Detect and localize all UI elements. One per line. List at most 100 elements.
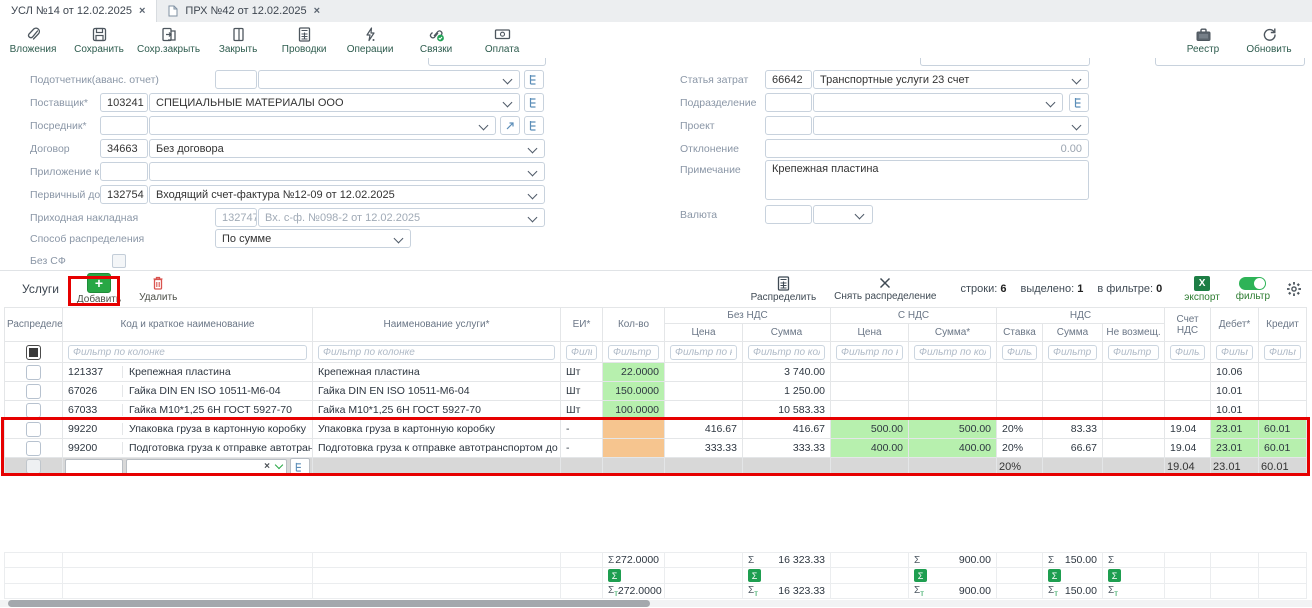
- col-header-sum[interactable]: Сумма: [743, 324, 831, 342]
- cell-debit[interactable]: 23.01: [1211, 439, 1259, 458]
- hierarchy-button[interactable]: [524, 116, 544, 135]
- receipt-note-input[interactable]: Вх. с-ф. №098-2 от 12.02.2025: [258, 208, 545, 227]
- close-button[interactable]: Закрыть: [210, 26, 266, 55]
- cell-name[interactable]: Гайка DIN EN ISO 10511-М6-04: [313, 382, 561, 401]
- department-code-input[interactable]: [765, 93, 812, 112]
- row-checkbox[interactable]: [26, 403, 41, 418]
- cell-sum-vat[interactable]: [909, 458, 997, 476]
- refresh-button[interactable]: Обновить: [1241, 26, 1297, 55]
- cell-vat-account[interactable]: 19.04: [1165, 458, 1211, 476]
- column-filter-input[interactable]: [1002, 345, 1037, 360]
- cell-code[interactable]: 99200Подготовка груза к отправке автотра…: [63, 439, 313, 458]
- table-row[interactable]: 121337Крепежная пластинаКрепежная пласти…: [5, 363, 1307, 382]
- cell-qty[interactable]: [603, 458, 665, 476]
- tab-prh[interactable]: ПРХ №42 от 12.02.2025 ×: [157, 0, 331, 22]
- cell-unit[interactable]: Шт: [561, 382, 603, 401]
- column-filter-input[interactable]: [670, 345, 737, 360]
- cell-non-refund[interactable]: [1103, 382, 1165, 401]
- col-header-code[interactable]: Код и краткое наименование: [63, 308, 313, 342]
- intermediary-input[interactable]: [149, 116, 496, 135]
- cell-credit[interactable]: 60.01: [1259, 439, 1307, 458]
- cell-debit[interactable]: 10.06: [1211, 363, 1259, 382]
- deviation-input[interactable]: 0.00: [765, 139, 1089, 158]
- contract-input[interactable]: Без договора: [149, 139, 545, 158]
- department-input[interactable]: [813, 93, 1063, 112]
- currency-code-input[interactable]: [765, 205, 812, 224]
- podotchetnik-input[interactable]: [258, 70, 520, 89]
- new-row-code-input[interactable]: [65, 459, 123, 475]
- col-header-name[interactable]: Наименование услуги*: [313, 308, 561, 342]
- cell-price-no-vat[interactable]: [665, 382, 743, 401]
- cell-code[interactable]: 67033Гайка М10*1,25 6Н ГОСТ 5927-70: [63, 401, 313, 420]
- scrollbar-thumb[interactable]: [8, 600, 650, 607]
- cell-vat-sum[interactable]: [1043, 401, 1103, 420]
- column-filter-input[interactable]: [836, 345, 903, 360]
- links-button[interactable]: Связки: [408, 26, 464, 55]
- row-checkbox[interactable]: [26, 441, 41, 456]
- col-header-distributed[interactable]: Распределено: [5, 308, 63, 342]
- close-icon[interactable]: ×: [314, 5, 320, 17]
- cell-vat-account[interactable]: [1165, 382, 1211, 401]
- cell-sum-no-vat[interactable]: [743, 458, 831, 476]
- cell-qty[interactable]: 100.0000: [603, 401, 665, 420]
- distribute-button[interactable]: Распределить: [751, 276, 817, 303]
- cost-item-code-input[interactable]: 66642: [765, 70, 812, 89]
- col-header-credit[interactable]: Кредит: [1259, 308, 1307, 342]
- hierarchy-button[interactable]: [1069, 93, 1089, 112]
- cell-sum-no-vat[interactable]: 416.67: [743, 420, 831, 439]
- column-filter-input[interactable]: [318, 345, 555, 360]
- cell-qty[interactable]: 150.0000: [603, 382, 665, 401]
- new-row-editor[interactable]: × 20% 19.04 23.01 60.01: [5, 458, 1307, 476]
- hierarchy-button[interactable]: [290, 458, 310, 475]
- operations-button[interactable]: Операции: [342, 26, 398, 55]
- cell-name[interactable]: [313, 458, 561, 476]
- cell-vat-account[interactable]: 19.04: [1165, 439, 1211, 458]
- cell-debit[interactable]: 23.01: [1211, 458, 1259, 476]
- supplier-input[interactable]: СПЕЦИАЛЬНЫЕ МАТЕРИАЛЫ ООО: [149, 93, 520, 112]
- export-button[interactable]: X экспорт: [1184, 276, 1220, 303]
- contract-code-input[interactable]: 34663: [100, 139, 148, 158]
- cell-name[interactable]: Крепежная пластина: [313, 363, 561, 382]
- registry-button[interactable]: Реестр: [1175, 26, 1231, 55]
- cell-unit[interactable]: -: [561, 439, 603, 458]
- cell-name[interactable]: Упаковка груза в картонную коробку: [313, 420, 561, 439]
- cell-rate[interactable]: 20%: [997, 439, 1043, 458]
- column-filter-input[interactable]: [608, 345, 659, 360]
- cell-vat-sum[interactable]: [1043, 458, 1103, 476]
- payment-button[interactable]: Оплата: [474, 26, 530, 55]
- cell-sum-no-vat[interactable]: 1 250.00: [743, 382, 831, 401]
- cell-qty[interactable]: 22.0000: [603, 363, 665, 382]
- cell-non-refund[interactable]: [1103, 401, 1165, 420]
- table-row[interactable]: 99200Подготовка груза к отправке автотра…: [5, 439, 1307, 458]
- cell-sum-no-vat[interactable]: 3 740.00: [743, 363, 831, 382]
- column-filter-input[interactable]: [566, 345, 597, 360]
- col-header-rate[interactable]: Ставка: [997, 324, 1043, 342]
- cell-credit[interactable]: [1259, 363, 1307, 382]
- clear-icon[interactable]: ×: [264, 462, 270, 472]
- new-row-name-combo[interactable]: ×: [126, 459, 287, 475]
- cell-code[interactable]: 99220Упаковка груза в картонную коробку: [63, 420, 313, 439]
- cell-price-vat[interactable]: 500.00: [831, 420, 909, 439]
- cell-price-vat[interactable]: [831, 382, 909, 401]
- supplier-code-input[interactable]: 103241: [100, 93, 148, 112]
- table-row[interactable]: 67026Гайка DIN EN ISO 10511-М6-04Гайка D…: [5, 382, 1307, 401]
- cell-qty[interactable]: [603, 420, 665, 439]
- column-filter-input[interactable]: [914, 345, 991, 360]
- hierarchy-button[interactable]: [524, 70, 544, 89]
- cell-sum-vat[interactable]: 400.00: [909, 439, 997, 458]
- cell-credit[interactable]: 60.01: [1259, 458, 1307, 476]
- hierarchy-button[interactable]: [524, 93, 544, 112]
- podotchetnik-code-input[interactable]: [215, 70, 257, 89]
- cell-unit[interactable]: [561, 458, 603, 476]
- distribution-method-select[interactable]: По сумме: [215, 229, 411, 248]
- sigma-icon[interactable]: Σ: [1048, 569, 1061, 582]
- cell-unit[interactable]: Шт: [561, 363, 603, 382]
- chevron-down-icon[interactable]: [275, 461, 283, 469]
- cell-vat-sum[interactable]: 66.67: [1043, 439, 1103, 458]
- save-button[interactable]: Сохранить: [71, 26, 127, 55]
- cell-sum-vat[interactable]: 500.00: [909, 420, 997, 439]
- col-header-non-refund[interactable]: Не возмещ.: [1103, 324, 1165, 342]
- col-header-qty[interactable]: Кол-во: [603, 308, 665, 342]
- note-textarea[interactable]: [765, 160, 1089, 200]
- cell-unit[interactable]: Шт: [561, 401, 603, 420]
